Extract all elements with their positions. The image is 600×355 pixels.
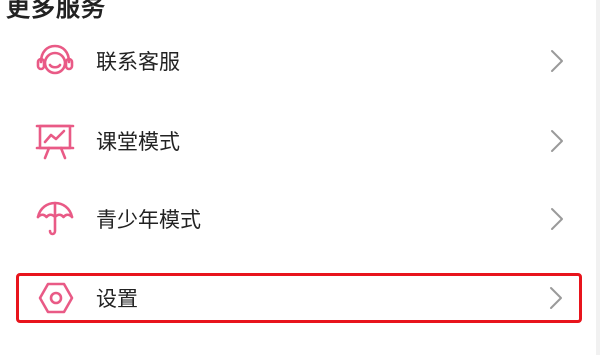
- menu-item-classroom-mode[interactable]: 课堂模式: [16, 110, 582, 172]
- section-title: 更多服务: [6, 0, 106, 22]
- menu-item-label: 设置: [96, 287, 138, 311]
- menu-item-label: 课堂模式: [96, 130, 180, 154]
- chevron-right-icon: [551, 208, 563, 230]
- menu-item-youth-mode[interactable]: 青少年模式: [16, 188, 582, 250]
- chevron-right-icon: [550, 287, 562, 309]
- presentation-board-icon: [34, 120, 76, 162]
- umbrella-icon: [34, 198, 76, 240]
- chevron-right-icon: [551, 130, 563, 152]
- chevron-right-icon: [551, 50, 563, 72]
- menu-item-label: 联系客服: [96, 50, 180, 74]
- menu-item-label: 青少年模式: [96, 208, 201, 232]
- scroll-edge: [596, 0, 600, 355]
- menu-item-contact-service[interactable]: 联系客服: [16, 30, 582, 92]
- more-services-page: 更多服务 联系客服 课堂模式 青少年模式 设置: [0, 0, 600, 355]
- hexagon-gear-icon: [35, 277, 77, 319]
- headset-icon: [34, 40, 76, 82]
- menu-item-settings[interactable]: 设置: [16, 273, 582, 323]
